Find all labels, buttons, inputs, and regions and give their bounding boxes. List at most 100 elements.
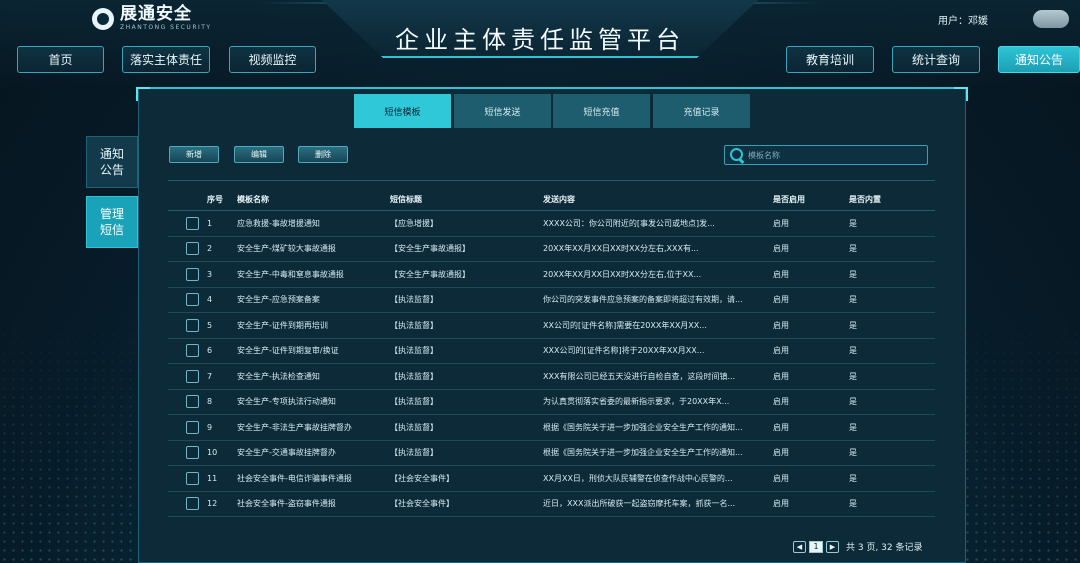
row-enabled: 启用 bbox=[773, 499, 789, 509]
row-content: XXX有限公司已经五天没进行自检自查，这段时间镇... bbox=[543, 371, 736, 381]
table-row[interactable]: 5 安全生产-证件到期再培训 【执法监督】 XX公司的[证件名称]需要在20XX年XX… bbox=[168, 313, 935, 339]
row-builtin: 是 bbox=[849, 244, 857, 254]
row-subject: 【安全生产事故通报】 bbox=[390, 244, 470, 254]
row-template-name: 安全生产-证件到期复审/换证 bbox=[237, 346, 339, 356]
search-box bbox=[724, 145, 928, 165]
row-builtin: 是 bbox=[849, 218, 857, 228]
tab-sms-send[interactable]: 短信发送 bbox=[454, 94, 551, 128]
header-enabled: 是否启用 bbox=[773, 195, 805, 204]
row-builtin: 是 bbox=[849, 499, 857, 509]
row-builtin: 是 bbox=[849, 448, 857, 458]
row-index: 8 bbox=[207, 397, 213, 407]
table-row[interactable]: 11 社会安全事件-电信诈骗事件通报 【社会安全事件】 XX月XX日，刑侦大队民辅警在… bbox=[168, 466, 935, 492]
row-index: 9 bbox=[207, 422, 213, 432]
row-enabled: 启用 bbox=[773, 371, 789, 381]
nav-video[interactable]: 视频监控 bbox=[229, 46, 316, 73]
prev-page-button[interactable]: ◀ bbox=[793, 540, 806, 553]
row-content: 为认真贯彻落实省委的最新指示要求，于20XX年X... bbox=[543, 397, 730, 407]
row-enabled: 启用 bbox=[773, 320, 789, 330]
avatar[interactable] bbox=[1033, 10, 1069, 28]
table-row[interactable]: 1 应急救援-事故增援通知 【应急增援】 XXXX公司：你公司附近的[事发公司或地点]… bbox=[168, 211, 935, 237]
panel-corner-left bbox=[136, 87, 150, 101]
table-row[interactable]: 12 社会安全事件-盗窃事件通报 【社会安全事件】 近日，XXX派出所破获一起盗窃摩托… bbox=[168, 492, 935, 517]
row-content: 根据《国务院关于进一步加强企业安全生产工作的通知... bbox=[543, 448, 743, 458]
row-builtin: 是 bbox=[849, 371, 857, 381]
row-builtin: 是 bbox=[849, 346, 857, 356]
row-enabled: 启用 bbox=[773, 397, 789, 407]
row-enabled: 启用 bbox=[773, 295, 789, 305]
row-template-name: 安全生产-证件到期再培训 bbox=[237, 320, 328, 330]
toolbar-divider bbox=[168, 180, 935, 181]
row-content: 近日，XXX派出所破获一起盗窃摩托车案，抓获一名... bbox=[543, 499, 736, 509]
add-button[interactable]: 新增 bbox=[169, 146, 219, 163]
row-checkbox-cell bbox=[168, 267, 199, 281]
search-icon[interactable] bbox=[729, 147, 745, 163]
next-page-button[interactable]: ▶ bbox=[826, 540, 839, 553]
side-tab-label: 通知公告 bbox=[99, 147, 124, 177]
header-builtin: 是否内置 bbox=[849, 195, 881, 204]
table-row[interactable]: 3 安全生产-中毒和窒息事故通报 【安全生产事故通报】 20XX年XX月XX日XX时X… bbox=[168, 262, 935, 288]
row-content: 20XX年XX月XX日XX时XX分左右,XXX有... bbox=[543, 244, 699, 254]
table-row[interactable]: 9 安全生产-非法生产事故挂牌督办 【执法监督】 根据《国务院关于进一步加强企业安全生… bbox=[168, 415, 935, 441]
current-page[interactable]: 1 bbox=[809, 540, 823, 553]
row-subject: 【执法监督】 bbox=[390, 397, 438, 407]
tab-recharge-records[interactable]: 充值记录 bbox=[653, 94, 750, 128]
row-template-name: 社会安全事件-盗窃事件通报 bbox=[237, 499, 336, 509]
nav-home[interactable]: 首页 bbox=[17, 46, 104, 73]
row-index: 1 bbox=[207, 218, 213, 228]
row-checkbox-cell bbox=[168, 318, 199, 332]
row-enabled: 启用 bbox=[773, 218, 789, 228]
logo-name: 展通安全 bbox=[120, 4, 192, 24]
row-template-name: 安全生产-应急预案备案 bbox=[237, 295, 320, 305]
side-tab-sms[interactable]: 管理短信 bbox=[86, 196, 138, 248]
delete-button[interactable]: 删除 bbox=[298, 146, 348, 163]
row-enabled: 启用 bbox=[773, 448, 789, 458]
row-index: 10 bbox=[207, 448, 218, 458]
row-checkbox-cell bbox=[168, 446, 199, 460]
row-content: XXXX公司：你公司附近的[事发公司或地点]发... bbox=[543, 218, 715, 228]
nav-statistics[interactable]: 统计查询 bbox=[892, 46, 980, 73]
header-name: 模板名称 bbox=[237, 195, 269, 204]
row-subject: 【执法监督】 bbox=[390, 295, 438, 305]
header-index: 序号 bbox=[207, 195, 223, 204]
row-index: 7 bbox=[207, 371, 213, 381]
table-row[interactable]: 2 安全生产-煤矿较大事故通报 【安全生产事故通报】 20XX年XX月XX日XX时XX… bbox=[168, 237, 935, 262]
row-subject: 【社会安全事件】 bbox=[390, 473, 454, 483]
row-checkbox-cell bbox=[168, 344, 199, 358]
row-subject: 【执法监督】 bbox=[390, 346, 438, 356]
user-name: 用户：邓媛 bbox=[938, 16, 988, 27]
table-row[interactable]: 7 安全生产-执法检查通知 【执法监督】 XXX有限公司已经五天没进行自检自查，这段时… bbox=[168, 364, 935, 390]
edit-button[interactable]: 编辑 bbox=[234, 146, 284, 163]
tab-sms-recharge[interactable]: 短信充值 bbox=[553, 94, 650, 128]
row-checkbox-cell bbox=[168, 420, 199, 434]
panel-corner-right bbox=[954, 87, 968, 101]
page-title: 企业主体责任监管平台 bbox=[395, 26, 685, 54]
row-checkbox-cell bbox=[168, 242, 199, 256]
table-row[interactable]: 4 安全生产-应急预案备案 【执法监督】 你公司的突发事件应急预案的备案即将超过有效期… bbox=[168, 288, 935, 313]
table-row[interactable]: 6 安全生产-证件到期复审/换证 【执法监督】 XXX公司的[证件名称]将于20XX年… bbox=[168, 339, 935, 364]
side-tab-notices[interactable]: 通知公告 bbox=[86, 136, 138, 188]
row-checkbox-cell bbox=[168, 395, 199, 409]
row-template-name: 安全生产-专项执法行动通知 bbox=[237, 397, 336, 407]
row-template-name: 安全生产-煤矿较大事故通报 bbox=[237, 244, 336, 254]
logo: 展通安全 ZHANTONG SECURITY bbox=[92, 6, 212, 31]
row-content: XXX公司的[证件名称]将于20XX年XX月XX... bbox=[543, 346, 705, 356]
row-builtin: 是 bbox=[849, 397, 857, 407]
row-builtin: 是 bbox=[849, 295, 857, 305]
side-tab-label: 管理短信 bbox=[99, 207, 124, 237]
row-index: 2 bbox=[207, 244, 213, 254]
nav-notices[interactable]: 通知公告 bbox=[998, 46, 1080, 73]
row-builtin: 是 bbox=[849, 320, 857, 330]
nav-training[interactable]: 教育培训 bbox=[786, 46, 874, 73]
row-index: 5 bbox=[207, 320, 213, 330]
table-row[interactable]: 10 安全生产-交通事故挂牌督办 【执法监督】 根据《国务院关于进一步加强企业安全生产… bbox=[168, 441, 935, 466]
row-enabled: 启用 bbox=[773, 422, 789, 432]
row-builtin: 是 bbox=[849, 473, 857, 483]
table-row[interactable]: 8 安全生产-专项执法行动通知 【执法监督】 为认真贯彻落实省委的最新指示要求，于20… bbox=[168, 390, 935, 415]
tab-sms-template[interactable]: 短信模板 bbox=[354, 94, 451, 128]
nav-responsibility[interactable]: 落实主体责任 bbox=[122, 46, 210, 73]
row-checkbox-cell bbox=[168, 497, 199, 511]
search-input[interactable] bbox=[748, 150, 927, 160]
row-builtin: 是 bbox=[849, 422, 857, 432]
row-subject: 【执法监督】 bbox=[390, 422, 438, 432]
